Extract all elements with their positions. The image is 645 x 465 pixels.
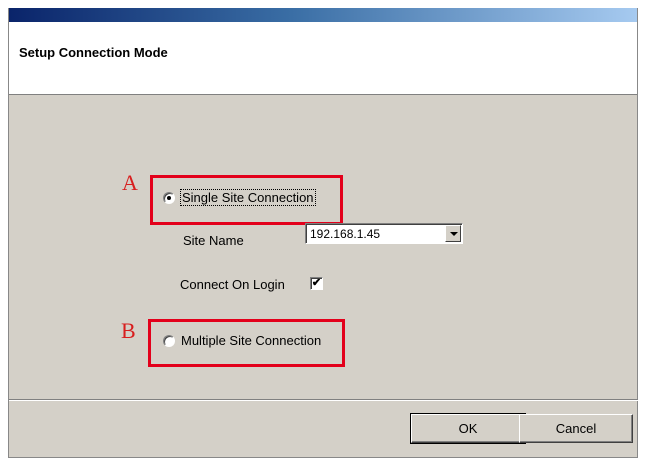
single-site-option[interactable]: Single Site Connection xyxy=(163,189,316,206)
cancel-button[interactable]: Cancel xyxy=(519,414,633,443)
title-bar[interactable] xyxy=(9,8,637,22)
ok-button[interactable]: OK xyxy=(410,413,526,444)
annotation-letter-a: A xyxy=(122,170,138,195)
multiple-site-radio[interactable] xyxy=(163,334,175,347)
connect-on-login-label: Connect On Login xyxy=(180,277,285,292)
multiple-site-label: Multiple Site Connection xyxy=(181,333,322,348)
single-site-label: Single Site Connection xyxy=(180,189,316,206)
chevron-down-icon xyxy=(450,232,458,236)
dialog-title: Setup Connection Mode xyxy=(19,45,168,60)
dialog-header: Setup Connection Mode xyxy=(9,22,637,95)
site-name-value: 192.168.1.45 xyxy=(310,227,381,241)
annotation-letter-b: B xyxy=(121,318,136,343)
site-name-combobox[interactable]: 192.168.1.45 xyxy=(305,223,463,244)
footer-divider xyxy=(9,399,638,401)
multiple-site-option[interactable]: Multiple Site Connection xyxy=(163,333,321,348)
site-name-label: Site Name xyxy=(183,233,244,248)
single-site-radio[interactable] xyxy=(163,191,175,204)
combo-dropdown-button[interactable] xyxy=(445,225,461,242)
connect-on-login-checkbox[interactable]: ✔ xyxy=(310,277,323,290)
